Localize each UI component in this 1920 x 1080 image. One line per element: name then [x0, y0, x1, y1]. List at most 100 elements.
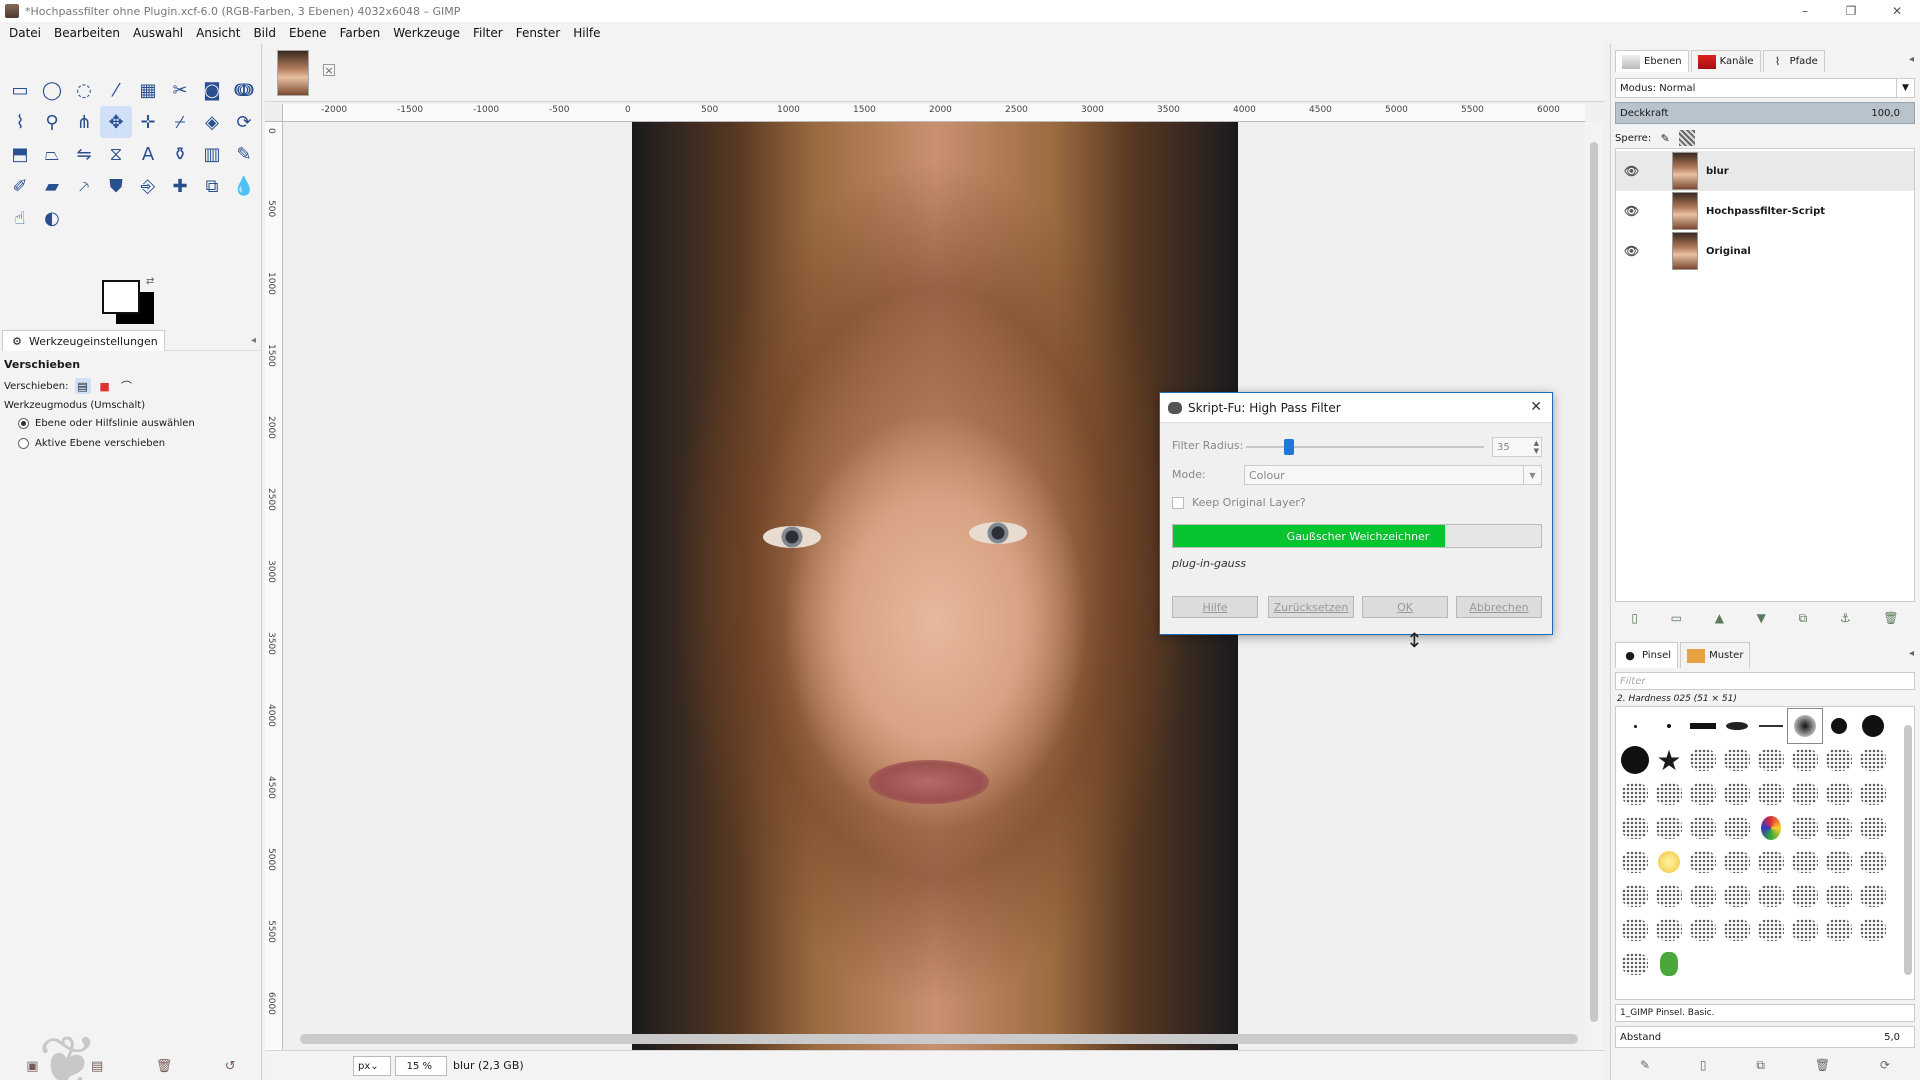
duplicate-brush-icon[interactable]: ⧉	[1756, 1058, 1765, 1073]
blur-icon[interactable]: 💧	[228, 170, 260, 202]
brush-preset[interactable]	[1618, 947, 1652, 981]
perspective-clone-icon[interactable]: ⧉	[196, 170, 228, 202]
move-path-icon[interactable]: ⌒	[119, 378, 135, 394]
mode-option-pick[interactable]: Ebene oder Hilfslinie auswählen	[18, 418, 195, 429]
move-selection-icon[interactable]: ■	[97, 378, 113, 394]
brush-preset[interactable]	[1618, 879, 1652, 913]
spacing-slider[interactable]: Abstand 5,0	[1615, 1026, 1915, 1048]
edit-brush-icon[interactable]: ✎	[1640, 1058, 1650, 1072]
brush-preset[interactable]	[1720, 879, 1754, 913]
close-icon[interactable]: ✕	[1530, 399, 1542, 415]
brush-preset[interactable]	[1822, 947, 1856, 981]
image-tab-thumbnail[interactable]	[277, 50, 309, 96]
tab-tool-options[interactable]: ⚙ Werkzeugeinstellungen	[2, 330, 165, 351]
tab-brushes[interactable]: ● Pinsel	[1615, 642, 1679, 668]
horizontal-ruler[interactable]: -2000 -1500 -1000 -500 0 500 1000 1500 2000 2500 3…	[283, 104, 1585, 122]
anchor-layer-icon[interactable]: ⚓	[1840, 611, 1851, 625]
duplicate-layer-icon[interactable]: ⧉	[1799, 611, 1808, 626]
tab-layers[interactable]: Ebenen	[1615, 50, 1689, 72]
menu-ansicht[interactable]: Ansicht	[191, 26, 248, 40]
move-icon[interactable]: ✥	[100, 106, 132, 138]
ok-button[interactable]: OK	[1362, 596, 1448, 618]
perspective-icon[interactable]: ⏢	[36, 138, 68, 170]
foreground-select-icon[interactable]: ◙	[196, 74, 228, 106]
brush-preset[interactable]	[1686, 743, 1720, 777]
brush-set-select[interactable]: 1_GIMP Pinsel. Basic.	[1615, 1004, 1915, 1022]
opacity-slider[interactable]: Deckkraft 100,0	[1615, 102, 1915, 124]
brush-preset[interactable]	[1652, 913, 1686, 947]
radio-pick-layer[interactable]	[18, 418, 29, 429]
align-icon[interactable]: ✛	[132, 106, 164, 138]
layer-row-blur[interactable]: 👁 blur	[1616, 151, 1914, 191]
brush-preset[interactable]	[1754, 743, 1788, 777]
brush-preset[interactable]	[1618, 777, 1652, 811]
move-layer-icon[interactable]: ▤	[74, 378, 91, 394]
swap-colors-icon[interactable]: ⇄	[146, 276, 154, 287]
brush-preset[interactable]	[1686, 709, 1720, 743]
unit-select[interactable]: px ⌄	[353, 1056, 391, 1076]
maximize-button[interactable]: ❐	[1828, 0, 1874, 22]
tab-channels[interactable]: Kanäle	[1690, 50, 1761, 72]
brush-preset[interactable]	[1856, 845, 1890, 879]
raise-layer-icon[interactable]: ▲	[1715, 611, 1724, 625]
mode-select[interactable]: Colour ▼	[1244, 465, 1542, 485]
brush-preset[interactable]	[1822, 743, 1856, 777]
rect-select-icon[interactable]: ▭	[4, 74, 36, 106]
radio-active-layer[interactable]	[18, 438, 29, 449]
new-layer-group-icon[interactable]: ▭	[1671, 611, 1682, 625]
chevron-down-icon[interactable]: ▼	[1896, 79, 1914, 97]
pencil-icon[interactable]: ✎	[228, 138, 260, 170]
new-brush-icon[interactable]: ▯	[1700, 1058, 1707, 1072]
brush-preset[interactable]	[1652, 845, 1686, 879]
layer-row-hochpassfilter-script[interactable]: 👁 Hochpassfilter-Script	[1616, 191, 1914, 231]
brush-preset[interactable]	[1788, 743, 1822, 777]
scissors-icon[interactable]: ✂	[164, 74, 196, 106]
horizontal-scrollbar-thumb[interactable]	[300, 1034, 1578, 1044]
brush-preset[interactable]	[1686, 879, 1720, 913]
rotate-icon[interactable]: ⟳	[228, 106, 260, 138]
brush-preset[interactable]	[1822, 879, 1856, 913]
brush-preset[interactable]	[1856, 913, 1890, 947]
brush-preset[interactable]	[1618, 811, 1652, 845]
close-image-tab-icon[interactable]: ×	[323, 64, 335, 76]
brush-preset[interactable]	[1652, 879, 1686, 913]
brush-preset[interactable]	[1754, 777, 1788, 811]
brush-preset[interactable]	[1822, 709, 1856, 743]
brush-preset[interactable]	[1856, 709, 1890, 743]
brush-preset[interactable]	[1686, 811, 1720, 845]
tab-paths[interactable]: ⌇ Pfade	[1762, 50, 1825, 72]
flip-icon[interactable]: ⇋	[68, 138, 100, 170]
visibility-eye-icon[interactable]: 👁	[1624, 204, 1646, 218]
brush-preset[interactable]	[1754, 879, 1788, 913]
brush-preset[interactable]	[1822, 913, 1856, 947]
vertical-scrollbar-thumb[interactable]	[1590, 142, 1598, 1022]
visibility-eye-icon[interactable]: 👁	[1624, 244, 1646, 258]
brush-preset[interactable]	[1720, 743, 1754, 777]
unified-transform-icon[interactable]: ◈	[196, 106, 228, 138]
airbrush-icon[interactable]: ⸕	[68, 170, 100, 202]
brush-scrollbar[interactable]	[1904, 725, 1912, 975]
brush-preset[interactable]	[1652, 947, 1686, 981]
clone-icon[interactable]: ⎆	[132, 170, 164, 202]
ellipse-select-icon[interactable]: ◯	[36, 74, 68, 106]
menu-farben[interactable]: Farben	[335, 26, 389, 40]
minimize-button[interactable]: –	[1782, 0, 1828, 22]
brush-preset[interactable]	[1652, 811, 1686, 845]
smudge-icon[interactable]: ☝	[4, 202, 36, 234]
radius-slider-handle[interactable]	[1284, 439, 1295, 455]
crop-icon[interactable]: ⌿	[164, 106, 196, 138]
ruler-corner[interactable]	[265, 104, 283, 122]
layer-row-original[interactable]: 👁 Original	[1616, 231, 1914, 271]
fuzzy-select-icon[interactable]: ⁄	[100, 74, 132, 106]
zoom-select[interactable]: 15 %	[395, 1056, 447, 1076]
lock-pixels-icon[interactable]: ✎	[1657, 130, 1673, 146]
menu-ebene[interactable]: Ebene	[284, 26, 335, 40]
text-icon[interactable]: A	[132, 138, 164, 170]
menu-bearbeiten[interactable]: Bearbeiten	[49, 26, 128, 40]
brush-preset[interactable]	[1754, 913, 1788, 947]
brush-preset[interactable]	[1686, 845, 1720, 879]
delete-brush-icon[interactable]: 🗑	[1815, 1058, 1830, 1072]
eraser-icon[interactable]: ▰	[36, 170, 68, 202]
menu-auswahl[interactable]: Auswahl	[128, 26, 191, 40]
spin-arrows-icon[interactable]: ▲ ▼	[1534, 439, 1539, 455]
